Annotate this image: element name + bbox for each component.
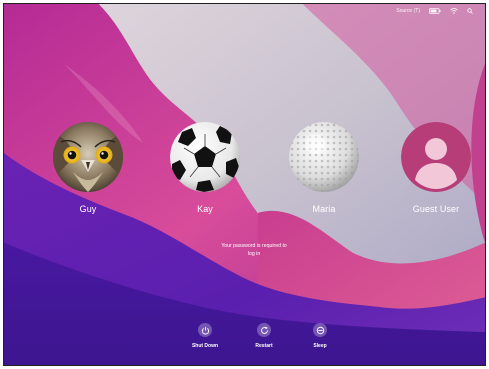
sleep-icon[interactable] [313, 323, 327, 337]
login-screen: Source (T) Guy Kay Maria Guest User Your… [3, 3, 486, 366]
guest-silhouette-avatar[interactable] [401, 122, 471, 192]
menu-bar-status: Source (T) [396, 8, 473, 14]
sleep-label[interactable]: Sleep [295, 343, 345, 349]
user-name-guest[interactable]: Guest User [396, 204, 476, 214]
restart-icon[interactable] [257, 323, 271, 337]
restart-button[interactable]: Restart [239, 323, 289, 349]
user-guest[interactable]: Guest User [396, 122, 476, 214]
user-name-guy[interactable]: Guy [48, 204, 128, 214]
shut-down-button[interactable]: Shut Down [180, 323, 230, 349]
battery-icon[interactable] [429, 8, 441, 14]
power-icon[interactable] [198, 323, 212, 337]
search-icon[interactable] [467, 8, 473, 14]
user-maria[interactable]: Maria [284, 122, 364, 214]
shut-down-label[interactable]: Shut Down [180, 343, 230, 349]
password-message-line2: log in [247, 251, 261, 257]
golf-ball-avatar[interactable] [289, 122, 359, 192]
keyboard-input-source[interactable]: Source (T) [396, 8, 420, 14]
password-required-message: Your password is required to log in [214, 242, 294, 258]
user-kay[interactable]: Kay [165, 122, 245, 214]
owl-avatar[interactable] [53, 122, 123, 192]
soccer-ball-avatar[interactable] [170, 122, 240, 192]
password-message-line1: Your password is required to [221, 243, 287, 249]
user-guy[interactable]: Guy [48, 122, 128, 214]
user-name-maria[interactable]: Maria [284, 204, 364, 214]
restart-label[interactable]: Restart [239, 343, 289, 349]
sleep-button[interactable]: Sleep [295, 323, 345, 349]
user-name-kay[interactable]: Kay [165, 204, 245, 214]
wifi-icon[interactable] [450, 8, 458, 14]
